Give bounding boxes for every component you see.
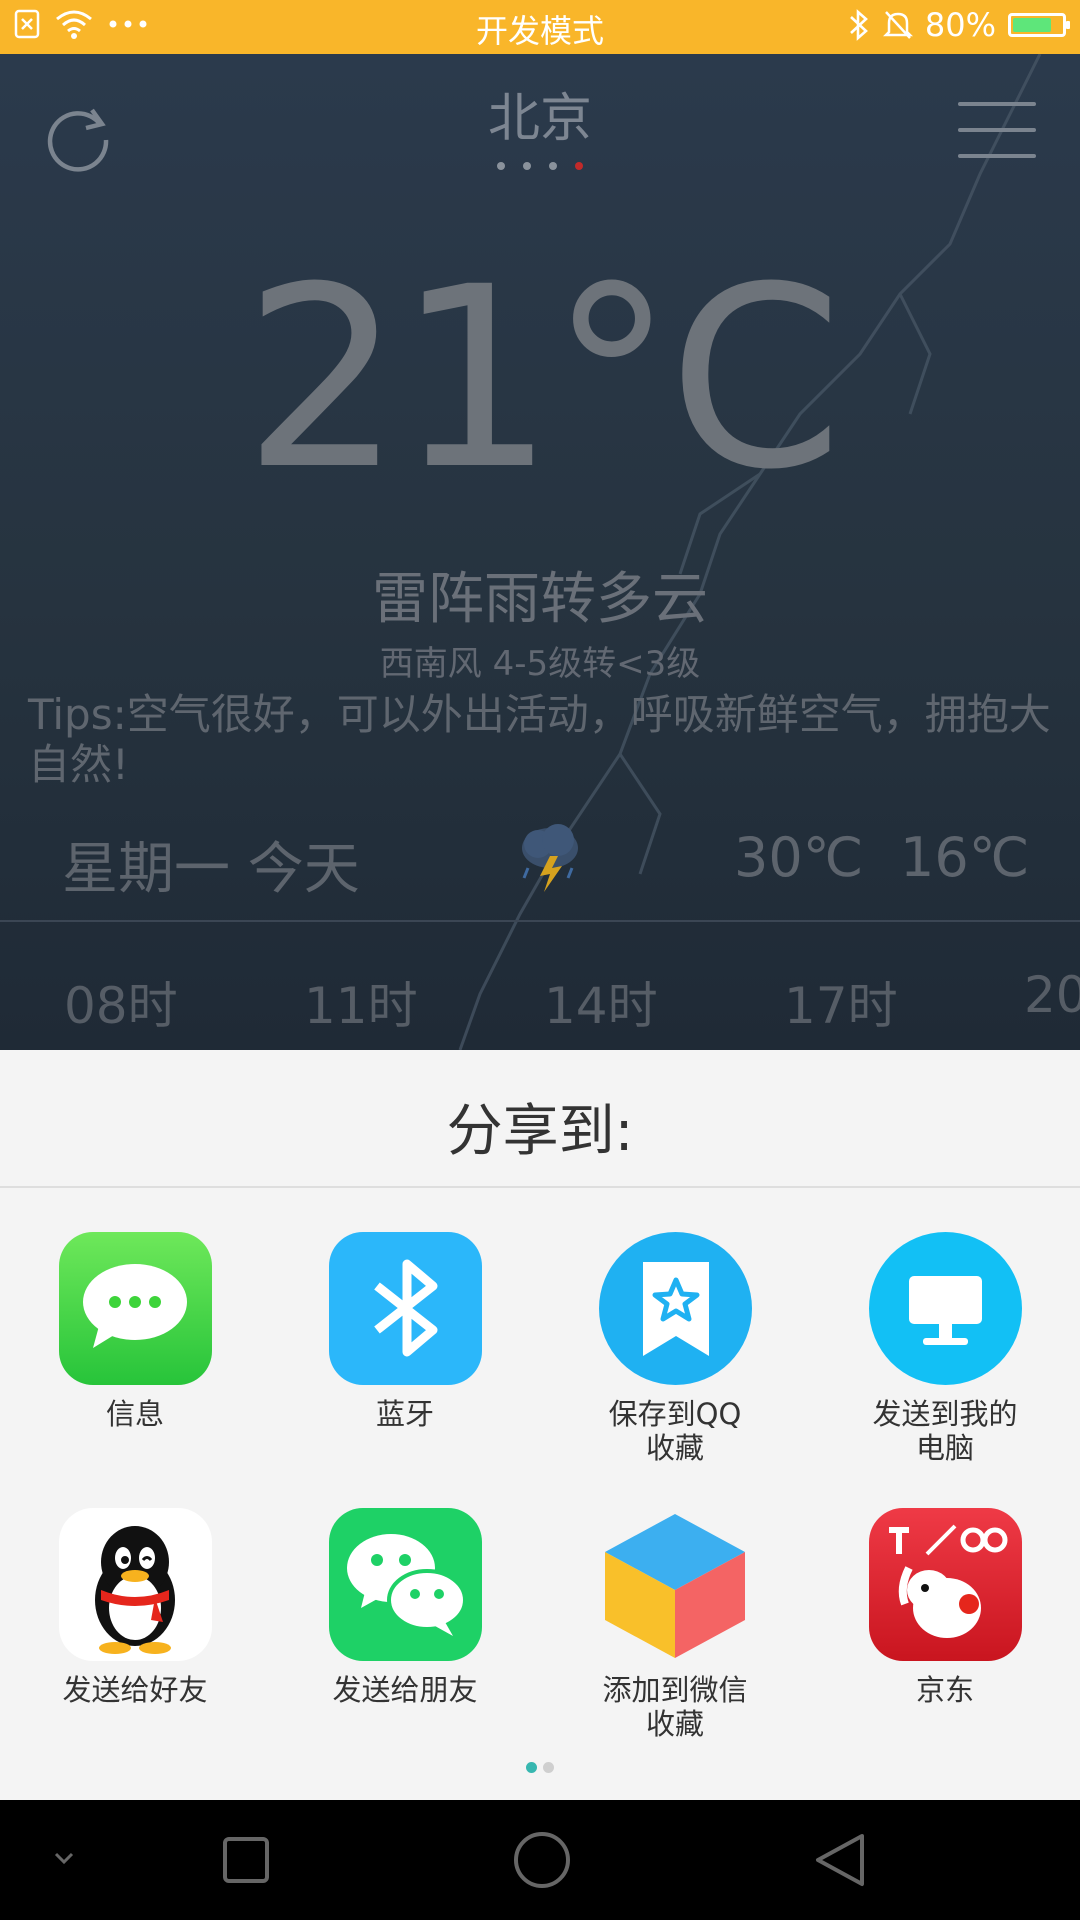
share-page-indicator [0,1762,1080,1773]
today-high: 30℃ [734,826,864,889]
qq-favorites-icon [598,1232,752,1385]
share-label: 发送到我的电脑 [872,1397,1018,1465]
back-triangle-icon[interactable] [780,1800,900,1920]
share-title: 分享到: [446,1099,634,1164]
home-circle-icon[interactable] [482,1800,602,1920]
page-dot [549,162,557,170]
jd-icon [868,1508,1022,1661]
share-label: 京东 [915,1673,974,1707]
computer-icon [868,1232,1022,1385]
hour-label: 14时 [544,977,658,1035]
bluetooth-icon [328,1232,482,1385]
current-temperature: 21°C [243,233,843,524]
navigation-bar [0,1800,1080,1920]
hour-label: 17时 [784,977,898,1035]
today-low: 16℃ [900,826,1030,889]
share-sheet: 分享到: 信息 蓝牙 保存到QQ收藏 发送到我的电脑 发送给好友 发送给朋友 添… [0,1050,1080,1800]
weather-panel: 北京 21°C 雷阵雨转多云 西南风 4-5级转<3级 Tips:空气很好，可以… [0,54,1080,1050]
share-label: 信息 [105,1397,164,1431]
menu-icon[interactable] [958,102,1036,162]
today-label: 星期一 今天 [62,837,360,902]
page-dot [575,162,583,170]
share-label: 保存到QQ收藏 [608,1397,742,1465]
mute-bell-icon [882,11,913,39]
share-qq-friend[interactable]: 发送给好友 [0,1508,270,1707]
collapse-chevron-icon[interactable] [8,1800,128,1920]
hour-label: 08时 [64,977,178,1035]
share-label: 发送给好友 [62,1673,208,1707]
share-bluetooth[interactable]: 蓝牙 [270,1232,540,1431]
share-jd[interactable]: 京东 [810,1508,1080,1707]
share-my-computer[interactable]: 发送到我的电脑 [810,1232,1080,1465]
page-dot [523,162,531,170]
weather-tips: Tips:空气很好，可以外出活动，呼吸新鲜空气，拥抱大自然! [28,690,1051,789]
city-page-indicator [0,162,1080,170]
city-name[interactable]: 北京 [0,76,1080,151]
page-dot [497,162,505,170]
weather-condition: 雷阵雨转多云 [372,567,708,632]
battery-charging-icon [1008,13,1070,37]
share-label: 蓝牙 [375,1397,434,1431]
page-dot [543,1762,554,1773]
battery-percent: 80% [924,6,996,44]
messages-icon [58,1232,212,1385]
share-messages[interactable]: 信息 [0,1232,270,1431]
wechat-favorites-cube-icon [604,1514,745,1658]
qq-penguin-icon [58,1508,212,1661]
share-label: 发送给朋友 [332,1673,478,1707]
thunderstorm-cloud-icon [522,824,578,892]
hour-label: 11时 [304,977,418,1035]
wind-info: 西南风 4-5级转<3级 [379,644,701,684]
share-wechat-favorites[interactable]: 添加到微信收藏 [540,1508,810,1741]
page-dot [526,1762,537,1773]
hour-label: 20 [1024,966,1080,1024]
recents-square-icon[interactable] [186,1800,306,1920]
divider [0,1186,1080,1188]
share-qq-favorites[interactable]: 保存到QQ收藏 [540,1232,810,1465]
share-label: 添加到微信收藏 [602,1673,748,1741]
status-bar: 开发模式 80% [0,0,1080,54]
share-wechat-friend[interactable]: 发送给朋友 [270,1508,540,1707]
bluetooth-icon [849,9,868,41]
divider [0,920,1080,922]
wechat-icon [328,1508,482,1661]
